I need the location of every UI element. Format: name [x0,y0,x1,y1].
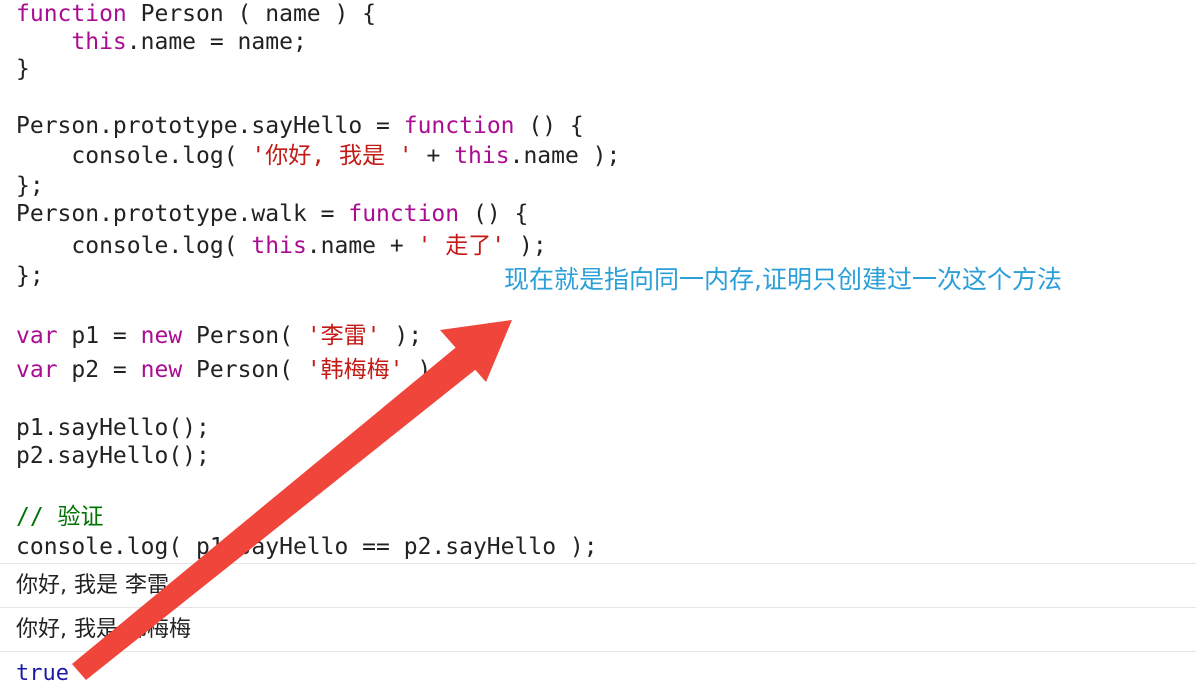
code-line: console.log( '你好, 我是 ' + this.name ); [16,142,620,170]
code-token: () { [459,201,529,227]
console-log-message: 你好, 我是 李雷 [16,573,169,598]
code-token: Person.prototype.walk = [16,201,349,227]
code-token: p1.sayHello(); [16,415,210,441]
code-token: new [140,357,183,383]
code-token: ' 走了' [417,233,506,259]
code-line: p2.sayHello(); [16,442,210,470]
code-token: p2 = [57,357,141,383]
code-token: var [16,323,58,349]
code-token: .name = name; [126,29,307,55]
code-token: ); [380,323,423,349]
code-token: console.log( [16,233,252,259]
code-token: function [16,1,127,27]
code-token: ); [505,233,547,259]
code-token: () { [514,113,584,139]
console-result-value: true [16,661,69,686]
code-token: '李雷' [306,323,381,349]
code-token: this [251,233,307,259]
code-token: } [16,56,30,82]
console-log-message: 你好, 我是 韩梅梅 [16,617,191,642]
code-token: ); [403,357,446,383]
code-line: Person.prototype.sayHello = function () … [16,112,584,140]
code-token: }; [16,173,44,199]
code-token: Person ( name ) { [126,1,377,27]
code-line: this.name = name; [16,28,307,56]
code-token: .name ); [509,143,621,169]
code-token: '你好, 我是 ' [251,143,413,169]
code-token: + [412,143,455,169]
code-token: p1 = [57,323,141,349]
code-token: new [140,323,183,349]
code-token: Person.prototype.sayHello = [16,113,404,139]
code-line: p1.sayHello(); [16,414,210,442]
code-line: function Person ( name ) { [16,0,376,28]
code-token: // 验证 [16,504,104,530]
code-token: this [71,29,127,55]
code-token: function [348,201,460,227]
code-token: p2.sayHello(); [16,443,210,469]
code-token: function [403,113,515,139]
code-token: var [16,357,58,383]
code-line: console.log( this.name + ' 走了' ); [16,232,547,260]
code-token: Person( [182,323,307,349]
code-token: Person( [182,357,307,383]
code-line: console.log( p1.sayHello == p2.sayHello … [16,533,598,561]
code-token: this [454,143,510,169]
code-line: // 验证 [16,503,104,531]
code-line: } [16,55,30,83]
code-token: }; [16,263,44,289]
code-line: var p1 = new Person( '李雷' ); [16,322,422,350]
code-line: }; [16,262,44,290]
code-token: console.log( p1.sayHello == p2.sayHello … [16,534,598,560]
code-token: '韩梅梅' [306,357,404,383]
annotation-note: 现在就是指向同一内存,证明只创建过一次这个方法 [504,265,1062,294]
console-output-row: 你好, 我是 李雷 [0,563,1196,607]
code-token: .name + [306,233,418,259]
console-output-row: 你好, 我是 韩梅梅 [0,607,1196,651]
code-token: console.log( [16,143,252,169]
code-line: var p2 = new Person( '韩梅梅' ); [16,356,445,384]
arrow-head [440,320,512,382]
code-line: }; [16,172,44,200]
console-output-row: true [0,651,1196,695]
code-line: Person.prototype.walk = function () { [16,200,528,228]
